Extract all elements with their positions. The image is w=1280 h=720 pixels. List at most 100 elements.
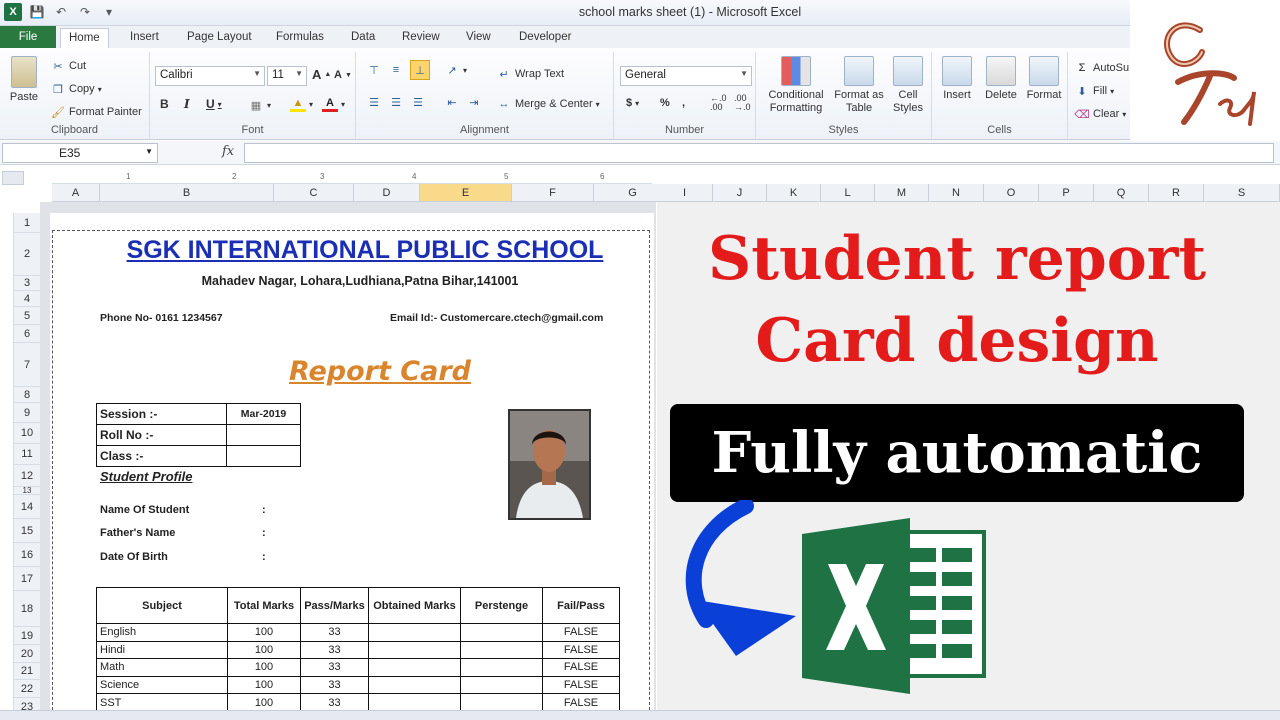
row-header[interactable]: 3 [14, 276, 40, 291]
tab-home[interactable]: Home [60, 28, 109, 48]
pass-cell[interactable]: 33 [300, 693, 369, 712]
shrink-font-button[interactable]: A ▼ [334, 69, 352, 81]
autosum-button[interactable]: Σ AutoSu [1074, 60, 1130, 76]
column-header-q[interactable]: Q [1094, 184, 1149, 202]
fill-color-button[interactable]: ▲ ▾ [290, 96, 313, 112]
column-header-c[interactable]: C [274, 184, 354, 202]
name-box[interactable]: E35 ▼ [2, 143, 158, 163]
row-header[interactable]: 8 [14, 387, 40, 403]
column-header-f[interactable]: F [512, 184, 594, 202]
decrease-decimal-button[interactable]: .00 →.0 [734, 94, 751, 112]
delete-cells-button[interactable]: Delete [980, 54, 1022, 102]
fathers-name-label[interactable]: Father's Name [100, 527, 175, 539]
font-name-combo[interactable]: Calibri ▼ [155, 66, 265, 86]
total-cell[interactable]: 100 [227, 675, 301, 695]
align-top-button[interactable]: ⊤ [366, 62, 382, 78]
total-cell[interactable]: 100 [227, 658, 301, 677]
grow-font-button[interactable]: A ▲ [312, 67, 331, 82]
decrease-indent-button[interactable]: ⇤ [444, 94, 460, 110]
result-cell[interactable]: FALSE [542, 675, 620, 695]
increase-indent-button[interactable]: ⇥ [466, 94, 482, 110]
pass-cell[interactable]: 33 [300, 623, 369, 642]
row-header[interactable]: 21 [14, 663, 40, 680]
email-address[interactable]: Email Id:- Customercare.ctech@gmail.com [390, 312, 603, 324]
column-header-e[interactable]: E [420, 184, 512, 202]
row-header[interactable]: 5 [14, 307, 40, 325]
orientation-button[interactable]: ↗ ▾ [444, 62, 467, 78]
column-header-d[interactable]: D [354, 184, 420, 202]
tab-insert[interactable]: Insert [122, 28, 167, 48]
align-center-button[interactable]: ☰ [388, 94, 404, 110]
class-label[interactable]: Class :- [96, 445, 227, 467]
row-header[interactable]: 14 [14, 495, 40, 519]
column-header-j[interactable]: J [713, 184, 767, 202]
column-header-k[interactable]: K [767, 184, 821, 202]
obtained-cell[interactable] [368, 640, 461, 660]
report-card-title[interactable]: Report Card [60, 356, 700, 387]
formula-input[interactable] [244, 143, 1274, 163]
session-value[interactable]: Mar-2019 [226, 403, 301, 425]
column-header-b[interactable]: B [100, 184, 274, 202]
underline-button[interactable]: U ▾ [206, 97, 222, 111]
student-photo[interactable] [508, 409, 591, 520]
column-header-i[interactable]: I [657, 184, 713, 202]
percentage-cell[interactable] [460, 623, 543, 642]
percentage-cell[interactable] [460, 675, 543, 695]
bold-button[interactable]: B [160, 97, 169, 111]
row-header[interactable]: 13 [14, 487, 40, 495]
pass-cell[interactable]: 33 [300, 640, 369, 660]
column-header-o[interactable]: O [984, 184, 1039, 202]
align-bottom-button[interactable]: ⊥ [410, 60, 430, 80]
row-header[interactable]: 18 [14, 591, 40, 627]
row-header[interactable]: 17 [14, 567, 40, 591]
row-header[interactable]: 19 [14, 627, 40, 645]
total-cell[interactable]: 100 [227, 623, 301, 642]
school-address[interactable]: Mahadev Nagar, Lohara,Ludhiana,Patna Bih… [60, 274, 660, 288]
paste-button[interactable]: Paste [6, 54, 42, 104]
format-as-table-button[interactable]: Format as Table [834, 54, 884, 115]
obtained-cell[interactable] [368, 675, 461, 695]
column-header-l[interactable]: L [821, 184, 875, 202]
fill-button[interactable]: ⬇ Fill ▾ [1074, 83, 1114, 99]
subject-cell[interactable]: Math [96, 658, 228, 677]
font-color-button[interactable]: A ▾ [322, 96, 345, 112]
roll-value[interactable] [226, 424, 301, 446]
format-cells-button[interactable]: Format [1022, 54, 1066, 102]
align-right-button[interactable]: ☰ [410, 94, 426, 110]
header-subject[interactable]: Subject [96, 587, 228, 624]
header-obtained-marks[interactable]: Obtained Marks [368, 587, 461, 624]
percent-button[interactable]: % [660, 97, 670, 109]
obtained-cell[interactable] [368, 623, 461, 642]
total-cell[interactable]: 100 [227, 640, 301, 660]
date-of-birth-label[interactable]: Date Of Birth [100, 551, 168, 563]
subject-cell[interactable]: English [96, 623, 228, 642]
session-label[interactable]: Session :- [96, 403, 227, 425]
school-name[interactable]: SGK INTERNATIONAL PUBLIC SCHOOL [60, 236, 670, 265]
font-size-combo[interactable]: 11 ▼ [267, 66, 307, 86]
column-header-r[interactable]: R [1149, 184, 1204, 202]
copy-button[interactable]: ❐ Copy ▾ [50, 81, 102, 97]
insert-function-button[interactable]: fx [222, 144, 234, 159]
number-format-combo[interactable]: General ▼ [620, 66, 752, 86]
percentage-cell[interactable] [460, 693, 543, 712]
row-header[interactable]: 4 [14, 291, 40, 307]
borders-button[interactable]: ▦ ▾ [248, 97, 271, 113]
subject-cell[interactable]: SST [96, 693, 228, 712]
tab-formulas[interactable]: Formulas [268, 28, 332, 48]
insert-cells-button[interactable]: Insert [936, 54, 978, 102]
class-value[interactable] [226, 445, 301, 467]
name-of-student-label[interactable]: Name Of Student [100, 504, 189, 516]
tab-developer[interactable]: Developer [511, 28, 579, 48]
result-cell[interactable]: FALSE [542, 693, 620, 712]
result-cell[interactable]: FALSE [542, 658, 620, 677]
tab-file[interactable]: File [0, 26, 56, 48]
pass-cell[interactable]: 33 [300, 675, 369, 695]
header-percentage[interactable]: Perstenge [460, 587, 543, 624]
row-header[interactable]: 12 [14, 465, 40, 487]
header-fail-pass[interactable]: Fail/Pass [542, 587, 620, 624]
format-painter-button[interactable]: 🖌 Format Painter [50, 104, 142, 120]
row-header[interactable]: 10 [14, 423, 40, 444]
subject-cell[interactable]: Science [96, 675, 228, 695]
tab-data[interactable]: Data [343, 28, 383, 48]
row-header[interactable]: 6 [14, 325, 40, 343]
